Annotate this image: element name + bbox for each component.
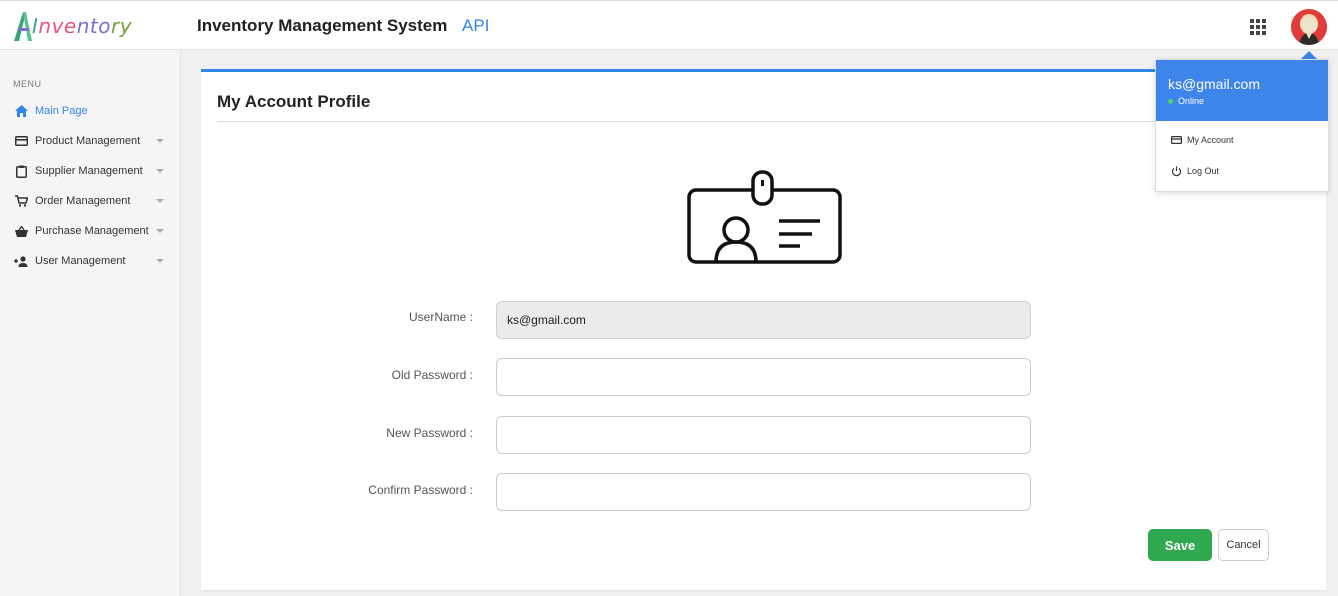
logo-text: Inventory bbox=[32, 14, 132, 38]
user-avatar[interactable] bbox=[1291, 9, 1327, 45]
username-label: UserName : bbox=[408, 310, 473, 324]
old-password-label: Old Password : bbox=[391, 368, 473, 382]
chevron-down-icon bbox=[156, 259, 164, 263]
online-dot-icon bbox=[1168, 98, 1173, 104]
app-logo[interactable]: Inventory bbox=[12, 10, 132, 42]
chevron-down-icon bbox=[156, 229, 164, 233]
page-title: My Account Profile bbox=[217, 92, 371, 111]
cancel-button[interactable]: Cancel bbox=[1218, 529, 1269, 561]
menu-item-label: Log Out bbox=[1187, 166, 1220, 176]
menu-item-log-out[interactable]: Log Out bbox=[1170, 163, 1219, 179]
confirm-password-label: Confirm Password : bbox=[368, 483, 473, 497]
apps-grid-icon[interactable] bbox=[1250, 19, 1266, 35]
logo-text-part: nto bbox=[76, 14, 111, 38]
logo-mark-icon bbox=[12, 10, 34, 42]
dropdown-header: ks@gmail.com Online bbox=[1156, 60, 1328, 121]
sidebar-item-order-management[interactable]: Order Management bbox=[0, 190, 181, 212]
logo-text-part: ry bbox=[111, 14, 133, 38]
user-dropdown-menu: ks@gmail.com Online My Account Log Out bbox=[1155, 59, 1329, 192]
chevron-down-icon bbox=[156, 139, 164, 143]
status-text: Online bbox=[1178, 96, 1205, 106]
menu-label: MENU bbox=[13, 79, 42, 89]
menu-item-my-account[interactable]: My Account bbox=[1170, 132, 1234, 148]
menu-item-label: My Account bbox=[1187, 135, 1234, 145]
sidebar-item-supplier-management[interactable]: Supplier Management bbox=[0, 160, 181, 182]
card-icon bbox=[1170, 134, 1182, 146]
sidebar-item-main-page[interactable]: Main Page bbox=[0, 100, 181, 122]
sidebar-item-label: User Management bbox=[35, 255, 126, 267]
sidebar-item-label: Main Page bbox=[35, 105, 88, 117]
sidebar-item-label: Product Management bbox=[35, 135, 141, 147]
avatar-image-icon bbox=[1291, 9, 1327, 45]
sidebar: MENU Main Page Product Management Suppli… bbox=[0, 50, 181, 596]
api-link[interactable]: API bbox=[462, 16, 489, 36]
top-header: Inventory Inventory Management System AP… bbox=[0, 0, 1338, 50]
dropdown-user-email: ks@gmail.com bbox=[1168, 76, 1261, 92]
card-icon bbox=[14, 134, 28, 148]
new-password-field[interactable] bbox=[496, 416, 1031, 454]
id-card-icon bbox=[687, 170, 843, 271]
sidebar-item-label: Purchase Management bbox=[35, 225, 149, 237]
app-title: Inventory Management System bbox=[197, 16, 448, 35]
title-divider bbox=[217, 121, 1157, 122]
username-field[interactable] bbox=[496, 301, 1031, 339]
basket-icon bbox=[14, 224, 28, 238]
power-icon bbox=[1170, 165, 1182, 177]
add-user-icon bbox=[14, 254, 28, 268]
sidebar-item-user-management[interactable]: User Management bbox=[0, 250, 181, 272]
old-password-field[interactable] bbox=[496, 358, 1031, 396]
sidebar-item-product-management[interactable]: Product Management bbox=[0, 130, 181, 152]
home-icon bbox=[14, 104, 28, 118]
sidebar-item-purchase-management[interactable]: Purchase Management bbox=[0, 220, 181, 242]
cart-icon bbox=[14, 194, 28, 208]
chevron-down-icon bbox=[156, 169, 164, 173]
sidebar-item-label: Order Management bbox=[35, 195, 131, 207]
chevron-down-icon bbox=[156, 199, 164, 203]
online-status: Online bbox=[1168, 96, 1204, 106]
dropdown-arrow bbox=[1301, 51, 1317, 59]
clipboard-icon bbox=[14, 164, 28, 178]
save-button[interactable]: Save bbox=[1148, 529, 1212, 561]
logo-text-part: nve bbox=[38, 14, 77, 38]
sidebar-item-label: Supplier Management bbox=[35, 165, 143, 177]
new-password-label: New Password : bbox=[386, 426, 473, 440]
confirm-password-field[interactable] bbox=[496, 473, 1031, 511]
